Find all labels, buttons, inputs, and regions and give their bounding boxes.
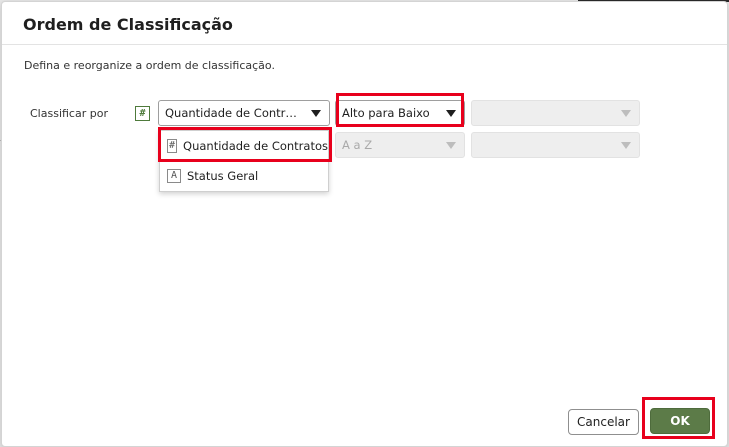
dropdown-item-quantidade-de-contratos[interactable]: # Quantidade de Contratos [160,132,328,160]
sort-extra-select-1 [471,100,640,126]
dialog-description: Defina e reorganize a ordem de classific… [24,59,275,72]
sort-order-dialog: Ordem de Classificação Defina e reorgani… [1,1,728,447]
sort-order-value: Alto para Baixo [342,106,430,120]
sort-column-select[interactable]: Quantidade de Contr… [158,100,330,126]
text-type-icon: A [167,169,181,183]
number-type-icon: # [167,139,178,153]
chevron-down-icon [621,109,631,117]
sort-column-dropdown: # Quantidade de Contratos A Status Geral [159,130,329,192]
sort-by-label: Classificar por [30,107,108,120]
chevron-down-icon [446,109,456,117]
chevron-down-icon [311,109,321,117]
sort-order-select-2: A a Z [335,132,465,158]
sort-order-select[interactable]: Alto para Baixo [335,100,465,126]
sort-extra-select-2 [471,132,640,158]
dropdown-item-label: Quantidade de Contratos [183,139,328,153]
sort-column-value: Quantidade de Contr… [165,106,297,120]
chevron-down-icon [621,141,631,149]
sort-order-value-2: A a Z [342,138,373,152]
ok-button[interactable]: OK [650,408,710,434]
chevron-down-icon [446,141,456,149]
dropdown-item-status-geral[interactable]: A Status Geral [160,162,328,190]
dropdown-item-label: Status Geral [187,169,259,183]
dialog-title: Ordem de Classificação [23,15,233,34]
cancel-button[interactable]: Cancelar [568,409,639,435]
number-type-icon[interactable]: # [135,106,150,121]
dialog-header: Ordem de Classificação [2,2,727,45]
